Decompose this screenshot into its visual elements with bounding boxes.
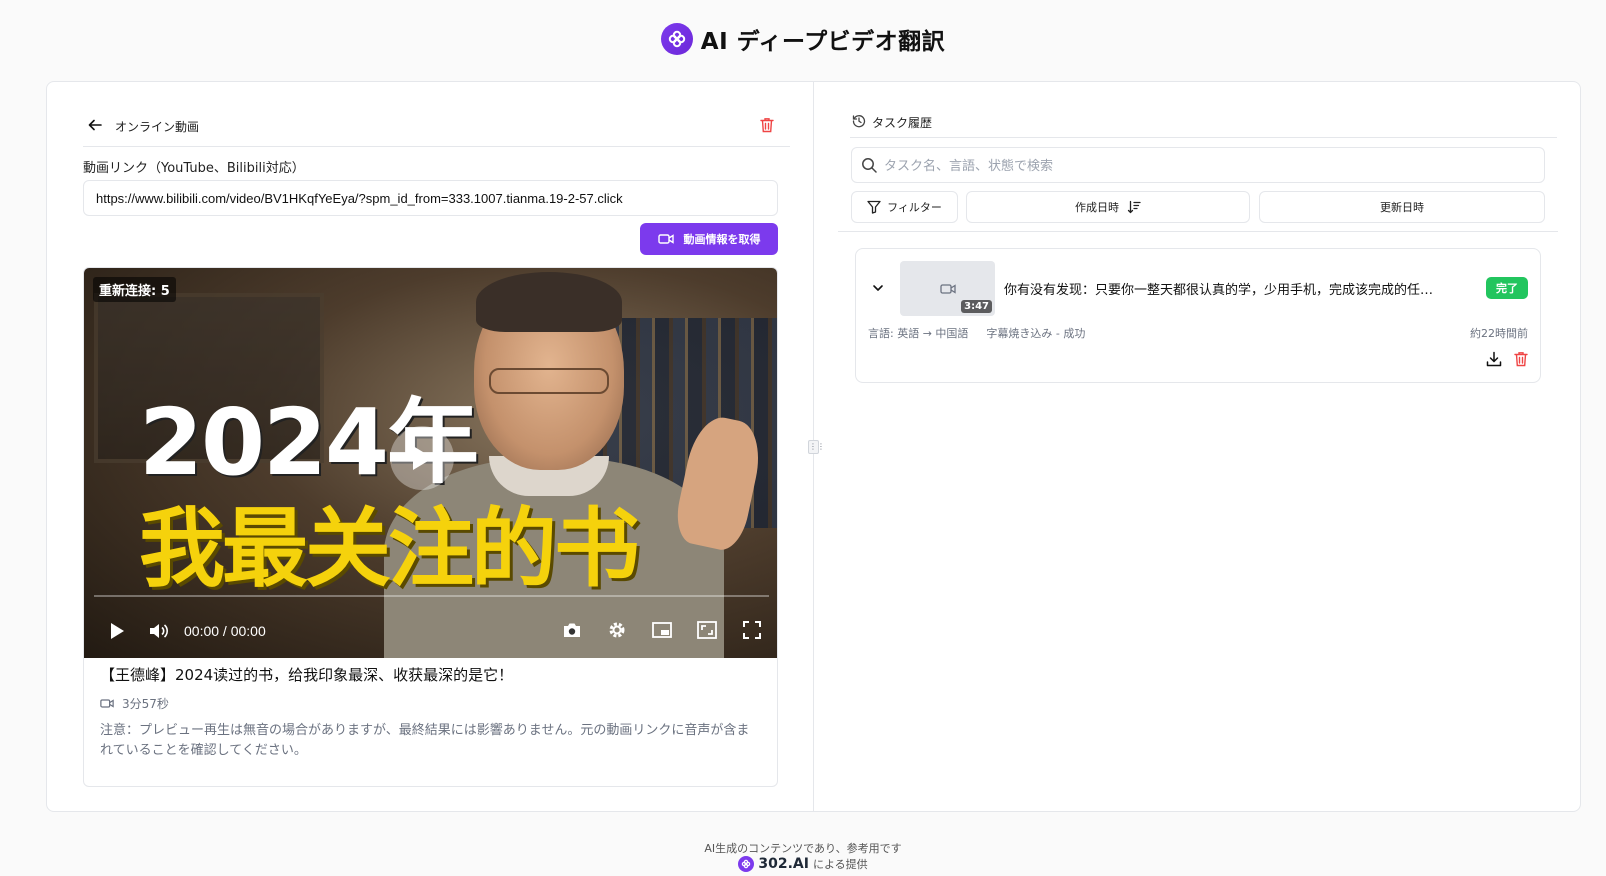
task-actions	[1486, 351, 1528, 371]
sort-descending-icon	[1127, 200, 1141, 214]
left-panel-header: オンライン動画	[83, 112, 790, 147]
download-button[interactable]	[1486, 351, 1502, 371]
search-icon	[862, 158, 877, 173]
footer-brand: 302.AI による提供	[0, 856, 1606, 872]
trash-icon	[760, 118, 774, 133]
provided-by: による提供	[812, 858, 868, 871]
player-controls: 00:00 / 00:00	[84, 608, 777, 653]
big-play-button[interactable]	[390, 426, 454, 490]
resize-handle[interactable]: ⋮⋮	[808, 440, 825, 454]
sort-created-button[interactable]: 作成日時	[966, 191, 1250, 223]
duration-text: 3分57秒	[122, 697, 169, 711]
task-mode: 字幕焼き込み - 成功	[986, 327, 1086, 340]
gear-icon	[609, 622, 625, 638]
expand-icon	[697, 621, 717, 639]
video-icon	[100, 699, 114, 708]
right-panel-header: タスク履歴	[850, 108, 1557, 138]
app-header: AI ディープビデオ翻訳	[0, 22, 1606, 56]
task-thumbnail: 3:47	[900, 261, 995, 316]
task-history-title: タスク履歴	[872, 116, 933, 130]
arrow-left-icon	[88, 119, 102, 131]
picture-in-picture-button[interactable]	[647, 615, 677, 645]
fullscreen-button[interactable]	[737, 615, 767, 645]
camera-icon	[564, 623, 580, 637]
task-languages: 言語: 英語 → 中国語	[868, 327, 969, 340]
back-button[interactable]	[86, 116, 104, 134]
volume-icon	[150, 623, 169, 638]
progress-bar[interactable]	[94, 595, 769, 597]
preview-note: 注意：プレビュー再生は無音の場合がありますが、最終結果には影響ありません。元の動…	[100, 723, 750, 758]
chevron-down-icon	[873, 285, 883, 291]
playback-time: 00:00 / 00:00	[184, 622, 266, 639]
task-search-input[interactable]	[884, 154, 1524, 178]
filter-button[interactable]: フィルター	[851, 191, 958, 223]
app-logo-icon	[660, 23, 693, 55]
video-icon	[657, 234, 674, 244]
download-icon	[1486, 351, 1502, 367]
status-badge: 完了	[1486, 277, 1528, 299]
delete-task-button[interactable]	[1514, 351, 1528, 371]
trash-icon	[1514, 352, 1528, 367]
settings-button[interactable]	[602, 615, 632, 645]
left-panel-title: オンライン動画	[115, 120, 200, 134]
toolbar-divider	[838, 231, 1558, 232]
history-icon	[852, 115, 866, 128]
play-button[interactable]	[102, 616, 132, 646]
fetch-button-label: 動画情報を取得	[683, 234, 761, 246]
sort-created-label: 作成日時	[1075, 202, 1119, 214]
reconnect-status: 重新连接: 5	[93, 277, 176, 302]
video-preview-card: 2024年 我最关注的书 重新连接: 5 00:00 / 00:00 【王德峰】…	[83, 267, 778, 787]
task-search	[851, 147, 1545, 183]
brand-logo-icon	[738, 856, 755, 872]
volume-button[interactable]	[144, 616, 174, 646]
speaker-glasses	[489, 368, 609, 394]
pip-icon	[652, 622, 672, 638]
web-fullscreen-button[interactable]	[692, 615, 722, 645]
fetch-video-info-button[interactable]: 動画情報を取得	[640, 223, 778, 255]
play-icon	[111, 622, 124, 639]
video-url-input[interactable]	[83, 180, 778, 216]
video-icon	[939, 283, 956, 294]
task-duration: 3:47	[961, 300, 992, 313]
task-title: 你有没有发现：只要你一整天都很认真的学，少用手机，完成该完成的任…	[1004, 283, 1434, 298]
expand-task-button[interactable]	[872, 279, 884, 298]
sort-updated-button[interactable]: 更新日時	[1259, 191, 1545, 223]
video-duration: 3分57秒	[100, 695, 169, 712]
brand-name[interactable]: 302.AI	[758, 856, 809, 872]
app-title: AI ディープビデオ翻訳	[700, 29, 946, 55]
play-icon	[413, 446, 433, 470]
video-player[interactable]: 2024年 我最关注的书 重新连接: 5 00:00 / 00:00	[84, 268, 777, 658]
sort-updated-label: 更新日時	[1380, 202, 1424, 214]
task-meta: 言語: 英語 → 中国語 字幕焼き込み - 成功	[868, 325, 1085, 341]
filter-label: フィルター	[887, 202, 942, 214]
video-title: 【王德峰】2024读过的书，给我印象最深、收获最深的是它！	[100, 666, 514, 684]
fullscreen-icon	[743, 621, 761, 639]
thumbnail-caption-text: 我最关注的书	[139, 499, 640, 599]
screenshot-button[interactable]	[557, 615, 587, 645]
task-timestamp: 約22時間前	[1470, 327, 1528, 340]
url-label: 動画リンク（YouTube、Bilibili対応）	[83, 161, 305, 176]
speaker-hair	[476, 272, 622, 332]
footer-disclaimer: AI生成のコンテンツであり、参考用です	[704, 842, 902, 855]
task-item[interactable]: 3:47 你有没有发现：只要你一整天都很认真的学，少用手机，完成该完成的任… 完…	[855, 248, 1541, 383]
filter-icon	[867, 200, 881, 214]
clear-button[interactable]	[758, 116, 776, 134]
player-right-controls	[557, 615, 767, 645]
